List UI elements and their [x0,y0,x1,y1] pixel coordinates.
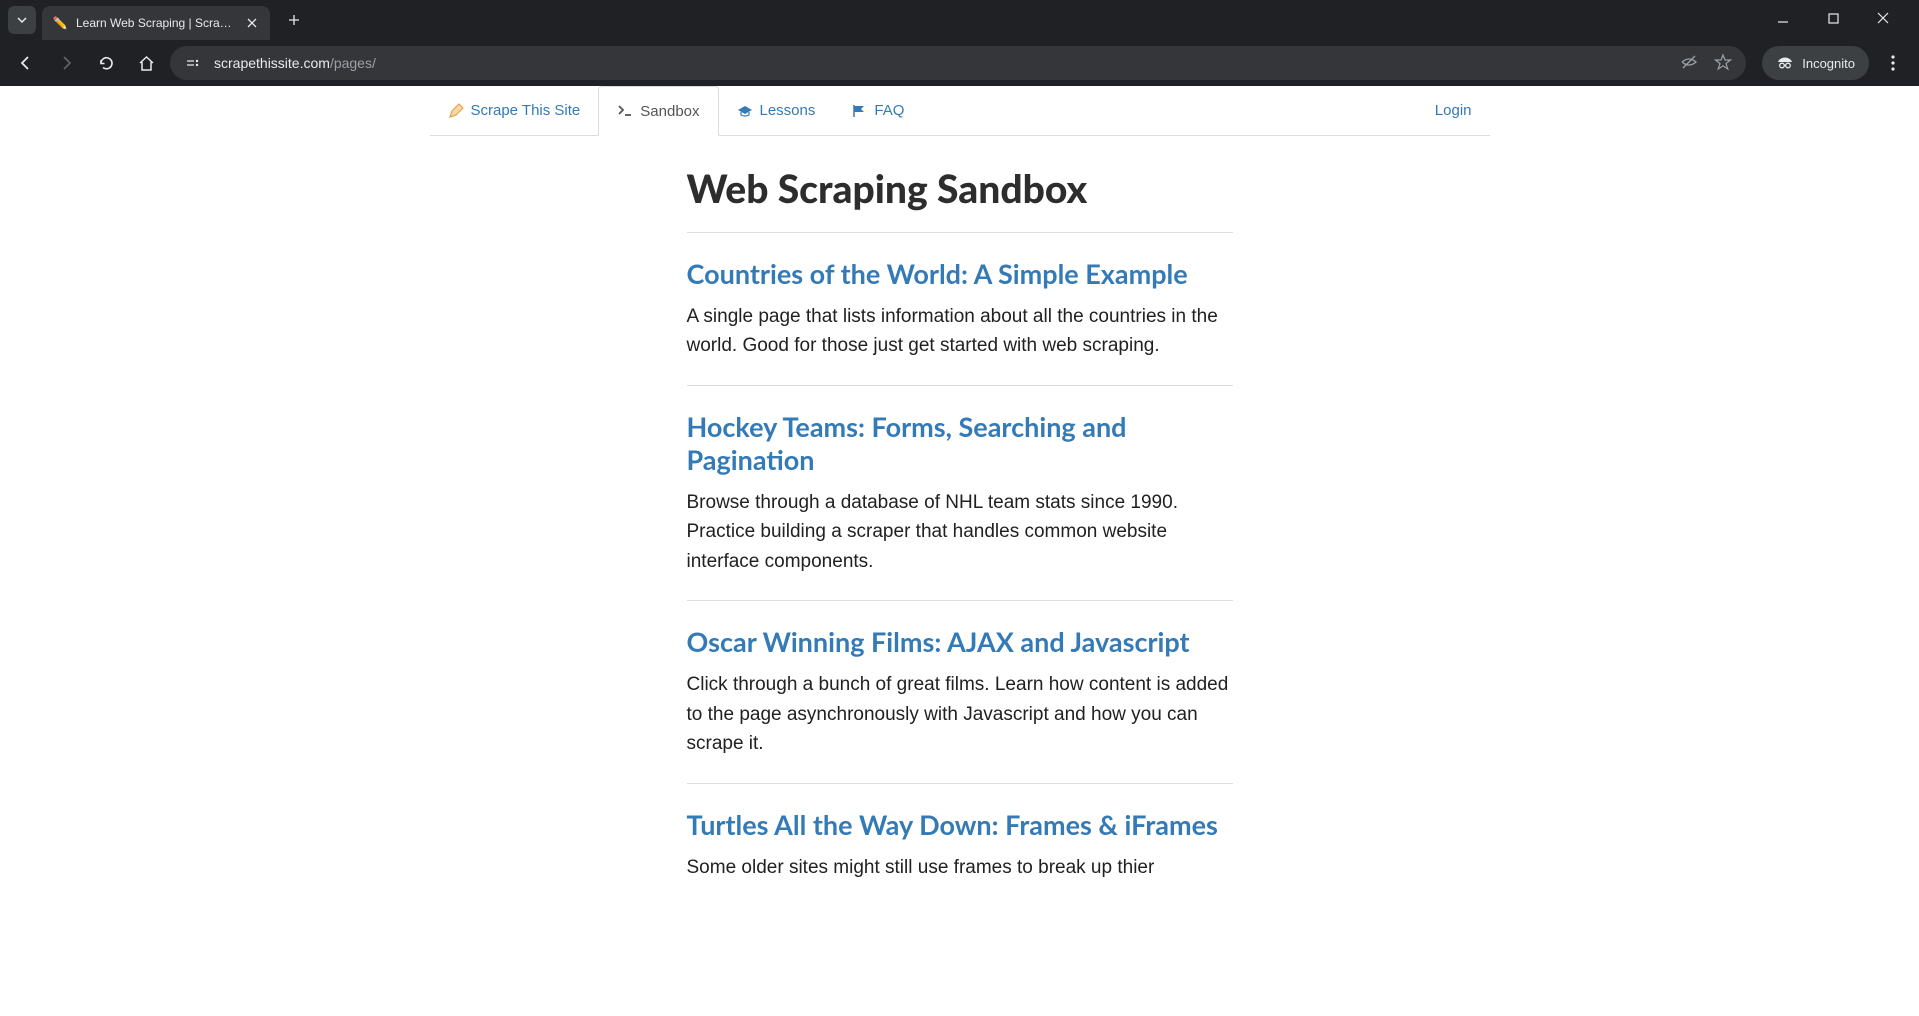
incognito-label: Incognito [1802,56,1855,71]
home-button[interactable] [130,47,162,79]
back-button[interactable] [10,47,42,79]
sandbox-section: Hockey Teams: Forms, Searching and Pagin… [687,385,1233,600]
reload-button[interactable] [90,47,122,79]
nav-brand-label: Scrape This Site [471,102,581,119]
sandbox-section: Oscar Winning Films: AJAX and Javascript… [687,600,1233,782]
site-info-icon[interactable] [184,55,202,71]
nav-faq-label: FAQ [874,102,904,119]
sandbox-section: Countries of the World: A Simple Example… [687,232,1233,385]
url-text: scrapethissite.com/pages/ [214,55,1668,71]
section-desc: Click through a bunch of great films. Le… [687,670,1233,758]
nav-login-label: Login [1435,102,1472,119]
section-desc: A single page that lists information abo… [687,302,1233,361]
tab-bar: ✏️ Learn Web Scraping | Scrape Th [0,0,1919,40]
nav-lessons[interactable]: Lessons [719,86,834,135]
section-link-oscar[interactable]: Oscar Winning Films: AJAX and Javascript [687,625,1233,658]
incognito-badge[interactable]: Incognito [1762,46,1869,80]
tab-search-button[interactable] [8,6,36,34]
terminal-icon [617,103,633,119]
window-close-button[interactable] [1869,11,1897,29]
section-desc: Browse through a database of NHL team st… [687,488,1233,576]
tab-title: Learn Web Scraping | Scrape Th [76,16,236,30]
new-tab-button[interactable] [280,6,308,34]
eye-off-icon[interactable] [1680,53,1698,74]
nav-brand[interactable]: Scrape This Site [430,86,599,135]
nav-lessons-label: Lessons [760,102,816,119]
browser-menu-button[interactable] [1877,55,1909,71]
nav-login[interactable]: Login [1417,86,1490,135]
browser-toolbar: scrapethissite.com/pages/ Incognito [0,40,1919,86]
section-link-hockey[interactable]: Hockey Teams: Forms, Searching and Pagin… [687,410,1233,476]
forward-button[interactable] [50,47,82,79]
nav-sandbox[interactable]: Sandbox [598,86,718,136]
site-nav: Scrape This Site Sandbox Lessons FAQ [430,86,1490,136]
browser-tab[interactable]: ✏️ Learn Web Scraping | Scrape Th [42,6,270,40]
browser-chrome: ✏️ Learn Web Scraping | Scrape Th [0,0,1919,86]
page-viewport[interactable]: Scrape This Site Sandbox Lessons FAQ [0,86,1919,1016]
flag-icon [851,103,867,119]
nav-sandbox-label: Sandbox [640,103,699,120]
window-controls [1769,11,1911,29]
address-bar[interactable]: scrapethissite.com/pages/ [170,46,1746,80]
section-link-countries[interactable]: Countries of the World: A Simple Example [687,257,1233,290]
graduation-cap-icon [737,103,753,119]
nav-faq[interactable]: FAQ [833,86,922,135]
pencil-icon [448,103,464,119]
sandbox-section: Turtles All the Way Down: Frames & iFram… [687,783,1233,906]
window-maximize-button[interactable] [1819,11,1847,29]
section-link-turtles[interactable]: Turtles All the Way Down: Frames & iFram… [687,808,1233,841]
incognito-icon [1776,55,1794,72]
window-minimize-button[interactable] [1769,11,1797,29]
bookmark-star-icon[interactable] [1714,53,1732,74]
tab-close-button[interactable] [244,15,260,31]
main-content: Web Scraping Sandbox Countries of the Wo… [687,136,1233,1016]
section-desc: Some older sites might still use frames … [687,853,1233,882]
tab-favicon-icon: ✏️ [52,15,68,31]
page-title: Web Scraping Sandbox [687,166,1233,212]
